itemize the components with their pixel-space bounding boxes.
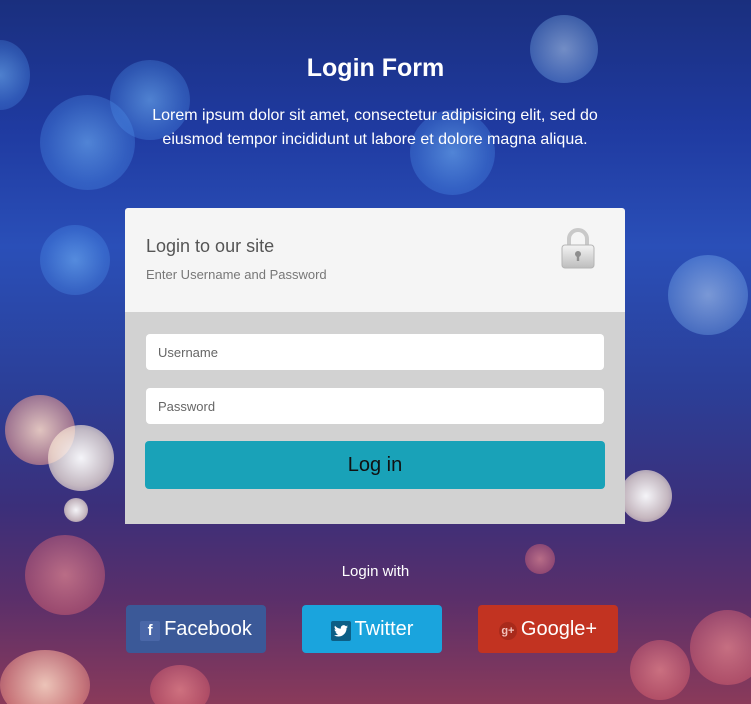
username-input[interactable] [146,334,604,370]
bokeh-light [690,610,751,685]
bokeh-light [630,640,690,700]
google-plus-login-button[interactable]: g+ Google+ [478,605,618,653]
page-title: Login Form [306,54,445,82]
login-button[interactable]: Log in [145,441,605,489]
bokeh-light [668,255,748,335]
bokeh-light [150,665,210,704]
login-card-heading: Login to our site [146,236,275,256]
google-plus-label: Google+ [520,617,598,640]
twitter-login-button[interactable]: Twitter [302,605,442,653]
google-plus-icon: g+ [498,621,517,640]
bokeh-light [40,225,110,295]
bokeh-light [620,470,672,522]
social-login-caption: Login with [341,563,410,580]
login-card-subheading: Enter Username and Password [146,267,327,282]
bokeh-light [5,395,75,465]
login-card: Login to our site Enter Username and Pas… [125,208,625,524]
bokeh-light [0,650,90,704]
facebook-icon: f [140,620,161,641]
login-card-header: Login to our site Enter Username and Pas… [125,208,625,312]
lock-icon [558,226,598,270]
facebook-login-button[interactable]: f Facebook [126,605,266,653]
password-input[interactable] [146,388,604,424]
bokeh-light [40,95,135,190]
twitter-label: Twitter [354,617,414,640]
page-description: Lorem ipsum dolor sit amet, consectetur … [152,107,598,148]
bokeh-light [64,498,88,522]
login-page: Login Form Lorem ipsum dolor sit amet, c… [0,0,751,704]
bokeh-light [48,425,114,491]
facebook-label: Facebook [164,617,252,640]
twitter-icon [330,620,351,641]
